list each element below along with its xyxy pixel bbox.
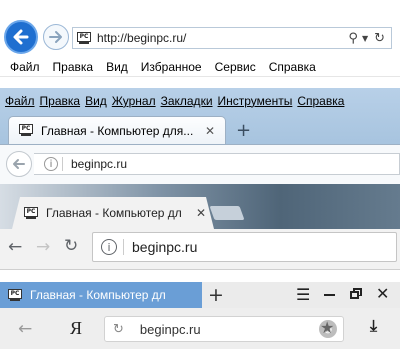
plus-icon[interactable]: +	[208, 284, 224, 306]
firefox-tab-title: Главная - Компьютер для...	[41, 123, 194, 138]
ff-menu-history[interactable]: Журнал	[112, 94, 156, 108]
site-favicon: PC	[77, 31, 91, 45]
restore-icon[interactable]	[350, 288, 362, 299]
yandex-logo[interactable]: Я	[70, 318, 82, 339]
back-arrow-icon	[13, 159, 25, 169]
ie-menu-view[interactable]: Вид	[106, 60, 128, 74]
ie-menu-tools[interactable]: Сервис	[215, 60, 256, 74]
ff-menu-help[interactable]: Справка	[297, 94, 344, 108]
yandex-tab-active[interactable]: PC Главная - Компьютер дл	[0, 282, 202, 308]
back-arrow-icon[interactable]: ←	[8, 237, 22, 257]
firefox-back-button[interactable]	[6, 151, 32, 177]
ie-address-bar[interactable]: PC http://beginpc.ru/ ⚲ ▼ ↻	[72, 27, 392, 49]
ff-menu-view[interactable]: Вид	[85, 94, 107, 108]
chrome-tab-title: Главная - Компьютер дл	[46, 206, 182, 220]
site-favicon: PC	[19, 124, 33, 137]
ie-menu-help[interactable]: Справка	[269, 60, 316, 74]
ie-browser-frame: PC http://beginpc.ru/ ⚲ ▼ ↻ Файл Правка …	[0, 0, 400, 88]
minimize-icon[interactable]	[324, 294, 335, 296]
ff-menu-tools[interactable]: Инструменты	[218, 94, 293, 108]
chrome-browser-frame: PC Главная - Компьютер дл ✕ ← → ↻ i begi…	[0, 184, 400, 270]
ff-menu-bookmarks[interactable]: Закладки	[161, 94, 213, 108]
download-icon[interactable]: ⤓	[370, 316, 377, 336]
info-icon[interactable]: i	[101, 239, 117, 255]
ie-menu-bar: Файл Правка Вид Избранное Сервис Справка	[0, 57, 400, 77]
info-icon[interactable]: i	[44, 157, 58, 171]
yandex-browser-frame: PC Главная - Компьютер дл + ☰ ✕ ← Я ↻ be…	[0, 270, 400, 349]
omnibox-separator	[123, 239, 124, 255]
firefox-browser-frame: Файл Правка Вид Журнал Закладки Инструме…	[0, 88, 400, 184]
dropdown-icon[interactable]: ▼	[362, 34, 368, 43]
refresh-icon[interactable]: ↻	[374, 31, 385, 46]
menu-icon[interactable]: ☰	[296, 285, 310, 304]
plus-icon[interactable]: +	[236, 120, 251, 141]
chrome-omnibox[interactable]: i beginpc.ru	[92, 232, 397, 262]
ie-menu-file[interactable]: Файл	[10, 60, 40, 74]
ie-forward-button[interactable]	[43, 24, 69, 50]
star-icon[interactable]: ★	[320, 318, 334, 337]
yandex-omnibox[interactable]: ↻ beginpc.ru ⊕	[104, 316, 344, 342]
back-arrow-icon	[13, 29, 29, 45]
close-icon[interactable]: ✕	[196, 206, 206, 220]
reload-icon[interactable]: ↻	[113, 322, 124, 337]
chrome-new-tab-button[interactable]	[209, 206, 245, 220]
url-separator	[62, 157, 63, 171]
site-favicon: PC	[24, 206, 38, 220]
ie-address-actions: ⚲ ▼ ↻	[348, 31, 391, 46]
chrome-tab-active[interactable]: PC Главная - Компьютер дл ✕	[12, 197, 214, 229]
firefox-address-text: beginpc.ru	[71, 157, 128, 171]
reload-icon[interactable]: ↻	[64, 236, 78, 256]
ie-menu-edit[interactable]: Правка	[53, 60, 94, 74]
close-icon[interactable]: ✕	[205, 124, 215, 138]
site-favicon: PC	[8, 288, 22, 302]
ff-menu-file[interactable]: Файл	[5, 94, 35, 108]
ie-menu-favorites[interactable]: Избранное	[141, 60, 202, 74]
yandex-tab-title: Главная - Компьютер дл	[30, 288, 166, 302]
search-icon[interactable]: ⚲	[348, 31, 358, 46]
chrome-address-text: beginpc.ru	[132, 239, 198, 255]
forward-arrow-icon	[49, 31, 62, 43]
yandex-address-text: beginpc.ru	[139, 321, 201, 337]
back-arrow-icon[interactable]: ←	[18, 319, 32, 339]
firefox-menu-bar: Файл Правка Вид Журнал Закладки Инструме…	[0, 92, 400, 110]
ie-back-button[interactable]	[4, 20, 38, 54]
ie-address-text: http://beginpc.ru/	[97, 31, 187, 45]
firefox-tab-active[interactable]: PC Главная - Компьютер для... ✕	[8, 116, 226, 144]
firefox-url-bar[interactable]: i beginpc.ru	[34, 153, 400, 175]
close-icon[interactable]: ✕	[376, 284, 389, 303]
forward-arrow-icon[interactable]: →	[36, 237, 50, 257]
ff-menu-edit[interactable]: Правка	[40, 94, 81, 108]
